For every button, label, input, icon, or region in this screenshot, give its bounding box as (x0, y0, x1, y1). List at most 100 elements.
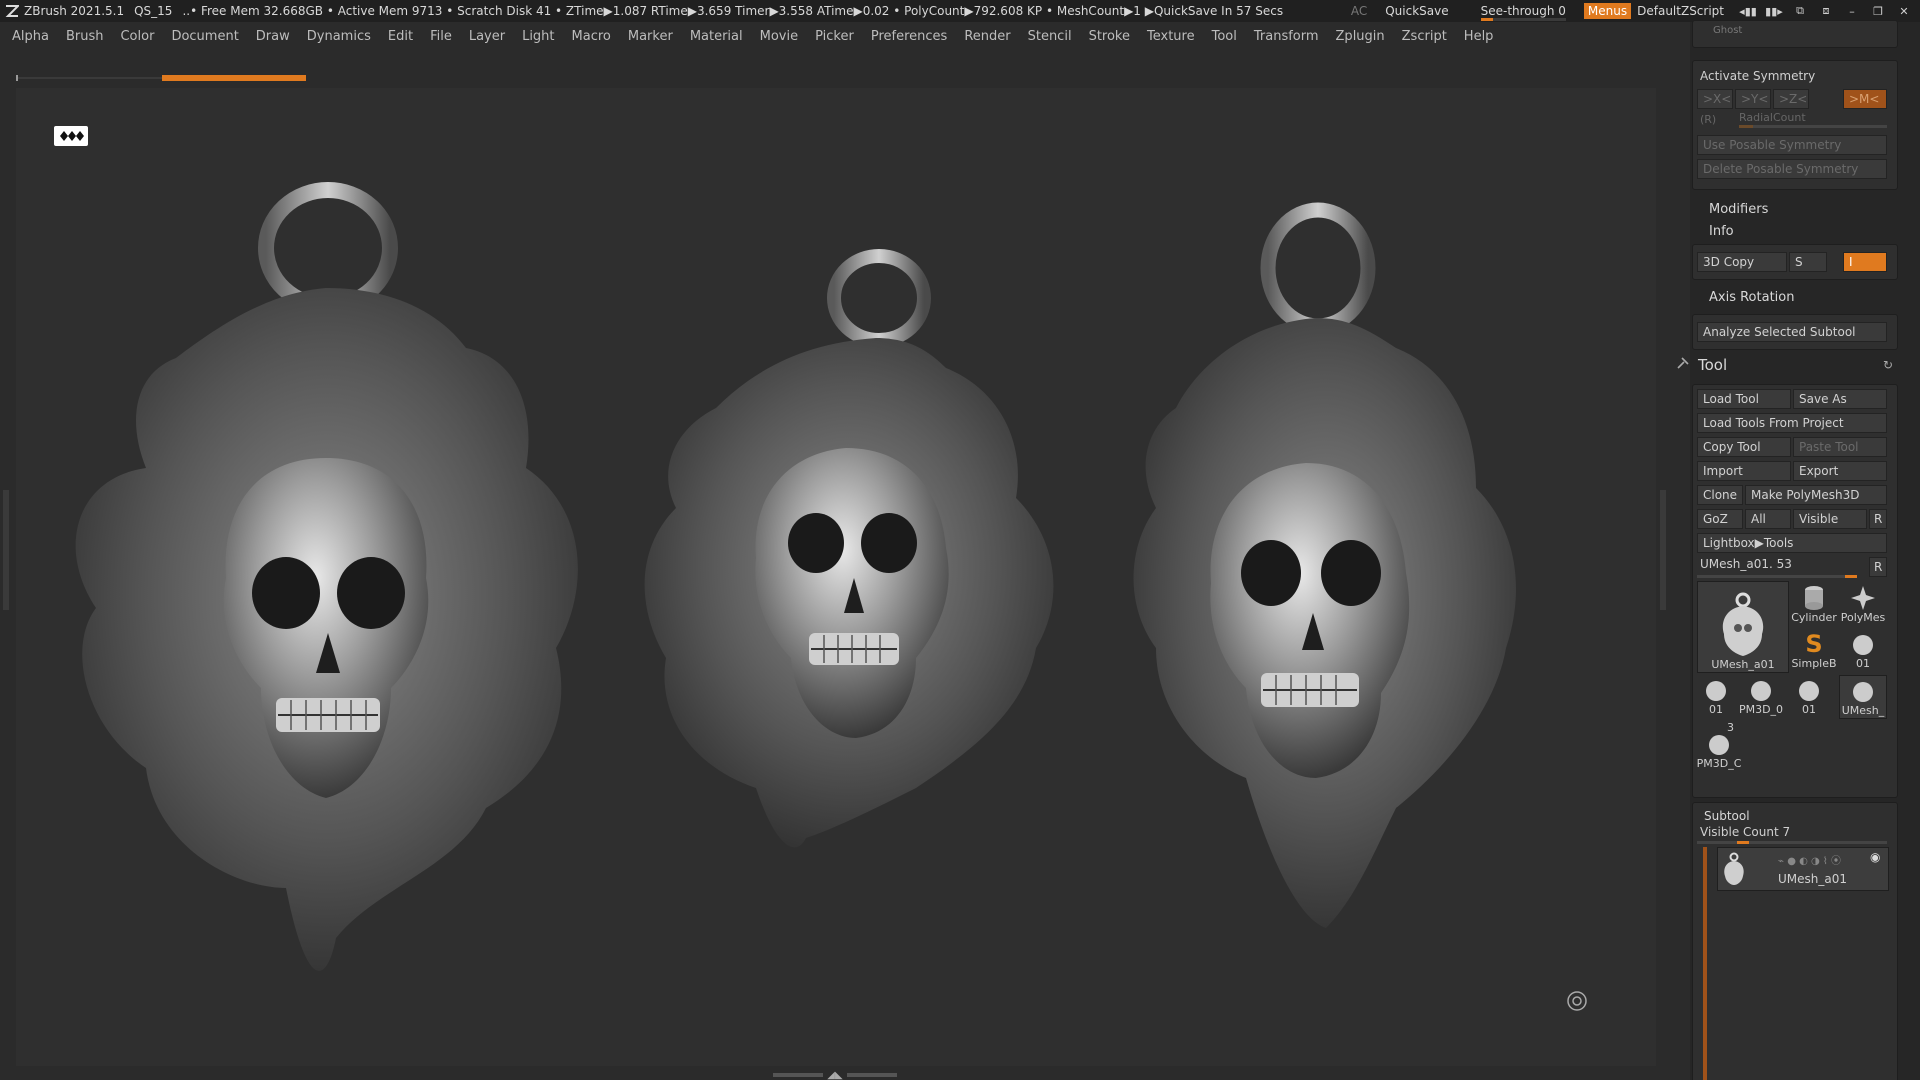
tool-pin-icon[interactable] (1676, 356, 1690, 373)
canvas-viewport[interactable] (16, 88, 1656, 1066)
goz-all-button[interactable]: All (1745, 509, 1791, 529)
axis-rotation-title[interactable]: Axis Rotation (1709, 290, 1794, 305)
menu-zscript[interactable]: Zscript (1402, 29, 1447, 44)
restore-icon[interactable]: ❐ (1868, 5, 1888, 18)
tool-title[interactable]: Tool (1698, 356, 1727, 374)
minimize-icon[interactable]: – (1842, 5, 1862, 18)
menu-marker[interactable]: Marker (628, 29, 673, 44)
floor-grid-icon[interactable] (54, 126, 88, 146)
sym-r-label[interactable]: (R) (1700, 113, 1716, 126)
load-tools-from-project-button[interactable]: Load Tools From Project (1697, 413, 1887, 433)
use-posable-symmetry-button[interactable]: Use Posable Symmetry (1697, 135, 1887, 155)
import-button[interactable]: Import (1697, 461, 1791, 481)
menu-picker[interactable]: Picker (815, 29, 854, 44)
menu-draw[interactable]: Draw (256, 29, 290, 44)
subtool-item[interactable]: ⌁ ● ◐ ◑ ⌇ ⦿ ◉ UMesh_a01 (1717, 847, 1889, 891)
tool-thumb-umesh-a01[interactable]: UMesh_a01 (1697, 581, 1789, 673)
load-tool-button[interactable]: Load Tool (1697, 389, 1791, 409)
close-icon[interactable]: ✕ (1894, 5, 1914, 18)
menu-tool[interactable]: Tool (1212, 29, 1237, 44)
menu-movie[interactable]: Movie (760, 29, 798, 44)
tool-thumb-polymesh[interactable]: PolyMes (1839, 581, 1887, 625)
menu-transform[interactable]: Transform (1254, 29, 1319, 44)
menu-file[interactable]: File (430, 29, 452, 44)
goz-r-button[interactable]: R (1869, 509, 1887, 529)
3d-copy-button[interactable]: 3D Copy (1697, 252, 1787, 272)
bottom-tray-handle[interactable]: ◢◣ (770, 1070, 900, 1080)
menu-stroke[interactable]: Stroke (1089, 29, 1130, 44)
radial-count-slider[interactable] (1739, 125, 1887, 128)
subtool-title[interactable]: Subtool (1704, 809, 1750, 823)
radial-count-label[interactable]: RadialCount (1739, 111, 1806, 124)
tool-thumb-pm3d-0[interactable]: PM3D_0 (1737, 675, 1785, 717)
tool-thumb-simplebrush[interactable]: S SimpleB (1791, 627, 1837, 671)
analyze-subtool-button[interactable]: Analyze Selected Subtool (1697, 322, 1887, 342)
tool-thumb-01-c[interactable]: 01 (1789, 675, 1829, 717)
menu-preferences[interactable]: Preferences (871, 29, 947, 44)
sym-y-button[interactable]: >Y< (1735, 89, 1771, 109)
menu-alpha[interactable]: Alpha (12, 29, 49, 44)
menu-macro[interactable]: Macro (572, 29, 611, 44)
i-button[interactable]: I (1843, 252, 1887, 272)
see-through-slider[interactable]: See-through 0 (1477, 4, 1570, 21)
menus-button[interactable]: Menus (1583, 3, 1632, 19)
subtool-tool-icons[interactable]: ⌁ ● ◐ ◑ ⌇ ⦿ (1778, 852, 1841, 867)
make-polymesh3d-button[interactable]: Make PolyMesh3D (1745, 485, 1887, 505)
save-as-button[interactable]: Save As (1793, 389, 1887, 409)
menu-light[interactable]: Light (522, 29, 554, 44)
ghost-label[interactable]: Ghost (1713, 25, 1742, 36)
menu-render[interactable]: Render (964, 29, 1010, 44)
left-tray-handle[interactable] (3, 490, 9, 610)
layout-swap-icon[interactable]: ⧈ (1816, 4, 1836, 18)
current-tool-label[interactable]: UMesh_a01. 53 (1700, 557, 1792, 571)
export-button[interactable]: Export (1793, 461, 1887, 481)
menu-edit[interactable]: Edit (388, 29, 413, 44)
tool-thumb-cylinder[interactable]: Cylinder (1791, 581, 1837, 625)
layout-left-icon[interactable]: ◂▮▮ (1738, 5, 1758, 18)
menu-document[interactable]: Document (171, 29, 238, 44)
menu-stencil[interactable]: Stencil (1028, 29, 1072, 44)
copy-tool-button[interactable]: Copy Tool (1697, 437, 1791, 457)
menu-layer[interactable]: Layer (469, 29, 505, 44)
quicksave-button[interactable]: QuickSave (1385, 4, 1448, 18)
target-icon[interactable] (1566, 990, 1588, 1016)
menu-help[interactable]: Help (1464, 29, 1494, 44)
goz-visible-button[interactable]: Visible (1793, 509, 1867, 529)
tool-thumb-umesh[interactable]: UMesh_ (1839, 675, 1887, 719)
tool-r-button[interactable]: R (1869, 557, 1887, 577)
tool-thumb-pm3d-c[interactable]: 3 PM3D_C (1697, 721, 1741, 771)
see-through-knob[interactable] (1480, 18, 1493, 21)
windows-icon[interactable]: ⧉ (1790, 4, 1810, 18)
info-title[interactable]: Info (1709, 224, 1734, 239)
current-tool-slider[interactable] (1697, 575, 1857, 578)
tool-thumb-01-a[interactable]: 01 (1839, 627, 1887, 671)
menu-dynamics[interactable]: Dynamics (307, 29, 371, 44)
goz-button[interactable]: GoZ (1697, 509, 1743, 529)
layout-right-icon[interactable]: ▮▮▸ (1764, 5, 1784, 18)
tool-thumb-01-b[interactable]: 01 (1697, 675, 1735, 717)
s-button[interactable]: S (1789, 252, 1827, 272)
modifiers-title[interactable]: Modifiers (1709, 202, 1768, 217)
sym-x-button[interactable]: >X< (1697, 89, 1733, 109)
menu-brush[interactable]: Brush (66, 29, 104, 44)
delete-posable-symmetry-button[interactable]: Delete Posable Symmetry (1697, 159, 1887, 179)
right-tray-handle[interactable] (1660, 490, 1666, 610)
expand-arrows-icon[interactable]: ◢◣ (827, 1070, 842, 1080)
subtool-scrollbar[interactable] (1703, 847, 1707, 1080)
menu-texture[interactable]: Texture (1147, 29, 1195, 44)
default-zscript-button[interactable]: DefaultZScript (1637, 4, 1724, 18)
ac-label[interactable]: AC (1351, 4, 1367, 18)
paste-tool-button[interactable]: Paste Tool (1793, 437, 1887, 457)
menu-material[interactable]: Material (690, 29, 743, 44)
activate-symmetry-label[interactable]: Activate Symmetry (1700, 69, 1815, 83)
visible-count-slider[interactable] (1697, 841, 1887, 844)
lightbox-tools-button[interactable]: Lightbox▶Tools (1697, 533, 1887, 553)
clone-button[interactable]: Clone (1697, 485, 1743, 505)
menu-color[interactable]: Color (120, 29, 154, 44)
eye-icon[interactable]: ◉ (1870, 850, 1880, 864)
sym-z-button[interactable]: >Z< (1773, 89, 1809, 109)
visible-count-label[interactable]: Visible Count 7 (1700, 825, 1790, 839)
menu-zplugin[interactable]: Zplugin (1336, 29, 1385, 44)
sym-m-button[interactable]: >M< (1843, 89, 1887, 109)
tool-refresh-icon[interactable]: ↻ (1883, 358, 1893, 372)
